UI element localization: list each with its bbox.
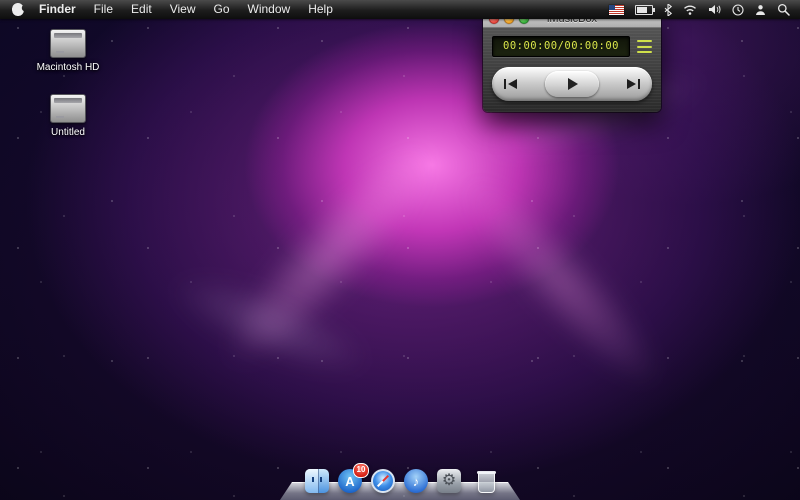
menu-edit[interactable]: Edit <box>122 0 161 19</box>
apple-menu-icon[interactable] <box>12 3 24 16</box>
removable-drive-icon <box>50 94 86 123</box>
desktop: Finder File Edit View Go Window Help <box>0 0 800 500</box>
wallpaper <box>0 0 800 500</box>
desktop-icon-macintosh-hd[interactable]: Macintosh HD <box>34 29 102 73</box>
play-button[interactable] <box>545 71 599 97</box>
dock-system-preferences-icon[interactable]: ⚙ <box>437 469 461 493</box>
itunes-note-glyph: ♪ <box>413 474 420 489</box>
previous-button[interactable] <box>504 78 517 90</box>
menu-view[interactable]: View <box>161 0 205 19</box>
hard-drive-icon <box>50 29 86 58</box>
time-display: 00:00:00/00:00:00 <box>492 36 630 57</box>
wifi-icon[interactable] <box>683 4 697 15</box>
menu-help[interactable]: Help <box>299 0 342 19</box>
app-store-glyph: A <box>345 474 354 489</box>
menu-extras <box>609 0 800 19</box>
volume-icon[interactable] <box>708 4 721 15</box>
menu-left: Finder File Edit View Go Window Help <box>0 0 342 19</box>
dock-itunes-icon[interactable]: ♪ <box>404 469 428 493</box>
desktop-icon-untitled[interactable]: Untitled <box>34 94 102 138</box>
bluetooth-icon[interactable] <box>664 4 672 16</box>
spotlight-icon[interactable] <box>777 3 790 16</box>
dock-safari-icon[interactable] <box>371 469 395 493</box>
imusicbox-window: iMusicBox 00:00:00/00:00:00 <box>483 10 661 112</box>
notification-badge: 10 <box>353 463 369 478</box>
menu-window[interactable]: Window <box>239 0 300 19</box>
dock-app-store-icon[interactable]: A 10 <box>338 469 362 493</box>
gear-glyph: ⚙ <box>442 473 456 489</box>
desktop-icon-label: Macintosh HD <box>34 62 102 73</box>
dock: A 10 ♪ ⚙ <box>280 454 520 500</box>
next-button[interactable] <box>627 78 640 90</box>
dock-finder-icon[interactable] <box>305 469 329 493</box>
clock-icon[interactable] <box>732 4 744 16</box>
menu-finder[interactable]: Finder <box>30 0 85 19</box>
battery-icon[interactable] <box>635 5 653 15</box>
user-icon[interactable] <box>755 4 766 15</box>
playlist-icon[interactable] <box>637 39 652 54</box>
menu-bar: Finder File Edit View Go Window Help <box>0 0 800 19</box>
menu-go[interactable]: Go <box>205 0 239 19</box>
us-flag-icon[interactable] <box>609 5 624 15</box>
menu-file[interactable]: File <box>85 0 122 19</box>
transport-controls <box>492 67 652 101</box>
dock-trash-icon[interactable] <box>478 472 495 493</box>
player-body: 00:00:00/00:00:00 <box>483 28 661 112</box>
desktop-icon-label: Untitled <box>34 127 102 138</box>
